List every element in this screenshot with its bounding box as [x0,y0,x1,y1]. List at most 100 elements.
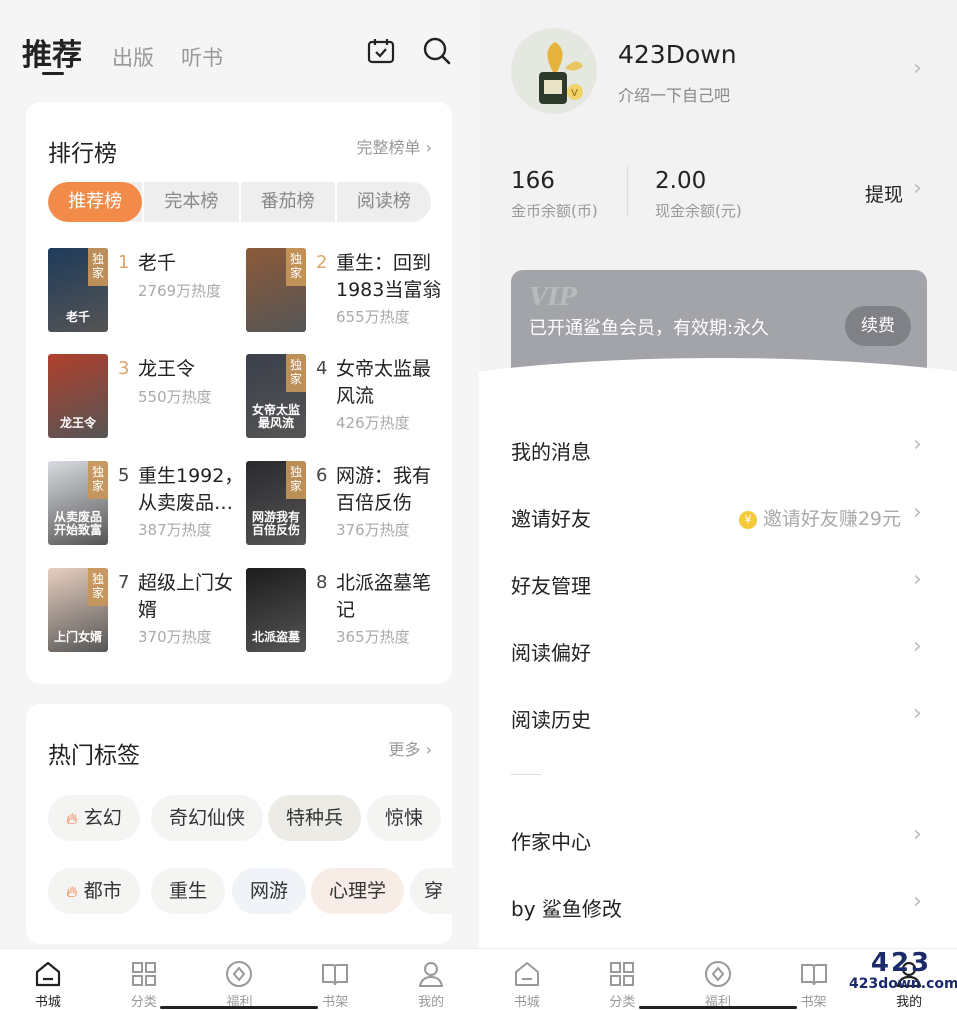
seg-recommend[interactable]: 推荐榜 [48,182,143,222]
menu-mod-credit[interactable]: by 鲨鱼修改 [511,893,622,922]
bookstore-pane: 推荐 出版 听书 排行榜 完整榜单 › 推荐榜 完本榜 番茄榜 阅读榜 老千 独… [0,0,479,1010]
tag-pill[interactable]: 穿 [410,868,452,914]
ranking-item[interactable]: 龙王令 3 龙王令 550万热度 [48,354,248,446]
book-heat: 365万热度 [336,628,410,646]
chevron-right-icon[interactable]: › [913,432,922,457]
chevron-right-icon[interactable]: › [913,567,922,592]
tag-pill[interactable]: 惊悚 [367,795,442,841]
nav-mine[interactable]: 我的 [383,949,479,1010]
book-cover[interactable]: 北派盗墓 [246,568,306,652]
nav-bookshelf[interactable]: 书架 [766,949,862,1010]
svg-text:V: V [571,88,578,99]
book-title[interactable]: 网游：我有百倍反伤 [336,463,446,517]
book-title[interactable]: 重生：回到1983当富翁 [336,250,446,304]
menu-author-center[interactable]: 作家中心 [511,826,591,855]
ranking-card: 排行榜 完整榜单 › 推荐榜 完本榜 番茄榜 阅读榜 老千 独家 1 老千 2769… [26,102,452,684]
book-title[interactable]: 北派盗墓笔记 [336,570,446,624]
menu-invite-friends[interactable]: 邀请好友 [511,503,591,532]
search-icon[interactable] [422,36,452,66]
tag-pill[interactable]: 🔥︎ 玄幻 [48,795,140,841]
home-icon [35,961,60,987]
ranking-item[interactable]: 从卖废品开始致富 独家 5 重生1992，从卖废品… 387万热度 [48,461,248,553]
exclusive-badge: 独家 [88,248,108,286]
flame-icon: 🔥︎ [66,809,78,828]
menu-reading-preference[interactable]: 阅读偏好 [511,637,591,666]
chevron-right-icon[interactable]: › [913,500,922,525]
book-cover[interactable]: 上门女婿 独家 [48,568,108,652]
chevron-right-icon[interactable]: › [913,889,922,914]
open-book-icon [322,964,349,986]
nav-welfare[interactable]: 福利 [192,949,288,1010]
book-cover[interactable]: 从卖废品开始致富 独家 [48,461,108,545]
vip-status: 已开通鲨鱼会员，有效期:永久 [529,318,770,339]
site-watermark: 423 423down.com [849,950,957,1000]
ranking-item[interactable]: 独家 2 重生：回到1983当富翁 655万热度 [246,248,446,340]
rank-number: 5 [118,465,130,486]
book-title[interactable]: 老千 [138,250,248,277]
avatar[interactable]: V [511,28,597,114]
nav-category[interactable]: 分类 [575,949,671,1010]
exclusive-badge: 独家 [286,248,306,286]
tab-publish[interactable]: 出版 [112,42,154,72]
tag-pill[interactable]: 🔥︎ 都市 [48,868,140,914]
nav-bookshelf[interactable]: 书架 [287,949,383,1010]
cover-title: 女帝太监最风流 [251,403,300,430]
renew-button[interactable]: 续费 [845,306,911,346]
cover-title: 龙王令 [59,416,96,430]
active-tab-indicator [42,72,64,75]
ranking-segments: 推荐榜 完本榜 番茄榜 阅读榜 [48,182,431,222]
book-cover[interactable]: 老千 独家 [48,248,108,332]
coin-balance-label: 金币余额(币) [511,202,598,220]
ranking-item[interactable]: 北派盗墓 8 北派盗墓笔记 365万热度 [246,568,446,660]
invite-reward-hint[interactable]: ¥ 邀请好友赚29元 [738,504,901,531]
tab-recommend[interactable]: 推荐 [22,30,82,74]
user-icon [418,962,444,987]
chevron-right-icon[interactable]: › [913,56,922,81]
ranking-item[interactable]: 网游我有百倍反伤 独家 6 网游：我有百倍反伤 376万热度 [246,461,446,553]
book-cover[interactable]: 独家 [246,248,306,332]
seg-reading[interactable]: 阅读榜 [334,182,431,222]
full-ranking-link[interactable]: 完整榜单 › [357,134,433,158]
tab-audiobook[interactable]: 听书 [181,42,223,72]
tag-pill[interactable]: 特种兵 [268,795,362,841]
menu-friend-management[interactable]: 好友管理 [511,570,591,599]
seg-fanqie[interactable]: 番茄榜 [238,182,335,222]
menu-reading-history[interactable]: 阅读历史 [511,704,591,733]
book-cover[interactable]: 龙王令 [48,354,108,438]
nav-welfare[interactable]: 福利 [670,949,766,1010]
chevron-right-icon[interactable]: › [913,822,922,847]
chevron-right-icon[interactable]: › [913,701,922,726]
tag-pill[interactable]: 奇幻仙侠 [151,795,264,841]
rank-number: 2 [316,252,328,273]
book-cover[interactable]: 网游我有百倍反伤 独家 [246,461,306,545]
book-cover[interactable]: 女帝太监最风流 独家 [246,354,306,438]
cover-title: 上门女婿 [53,630,102,644]
nav-category[interactable]: 分类 [96,949,192,1010]
book-heat: 370万热度 [138,628,212,646]
tag-pill[interactable]: 心理学 [311,868,405,914]
username: 423Down [618,40,737,69]
more-tags-link[interactable]: 更多 › [389,736,433,760]
nav-bookstore[interactable]: 书城 [0,949,96,1010]
calendar-check-icon[interactable] [366,36,396,66]
seg-finished[interactable]: 完本榜 [142,182,238,222]
book-heat: 655万热度 [336,308,410,326]
book-title[interactable]: 重生1992，从卖废品… [138,463,248,517]
vip-logo: VIP [529,282,577,311]
tag-pill[interactable]: 网游 [232,868,307,914]
tag-pill[interactable]: 重生 [151,868,226,914]
book-heat: 550万热度 [138,388,212,406]
nav-bookstore[interactable]: 书城 [479,949,575,1010]
divider [511,774,541,775]
menu-my-messages[interactable]: 我的消息 [511,436,591,465]
ranking-item[interactable]: 老千 独家 1 老千 2769万热度 [48,248,248,340]
divider [627,166,628,216]
withdraw-button[interactable]: 提现 [865,180,903,207]
chevron-right-icon[interactable]: › [913,176,922,201]
book-title[interactable]: 女帝太监最风流 [336,356,446,410]
book-title[interactable]: 超级上门女婿 [138,570,248,624]
ranking-item[interactable]: 女帝太监最风流 独家 4 女帝太监最风流 426万热度 [246,354,446,446]
ranking-item[interactable]: 上门女婿 独家 7 超级上门女婿 370万热度 [48,568,248,660]
chevron-right-icon[interactable]: › [913,634,922,659]
book-title[interactable]: 龙王令 [138,356,248,383]
